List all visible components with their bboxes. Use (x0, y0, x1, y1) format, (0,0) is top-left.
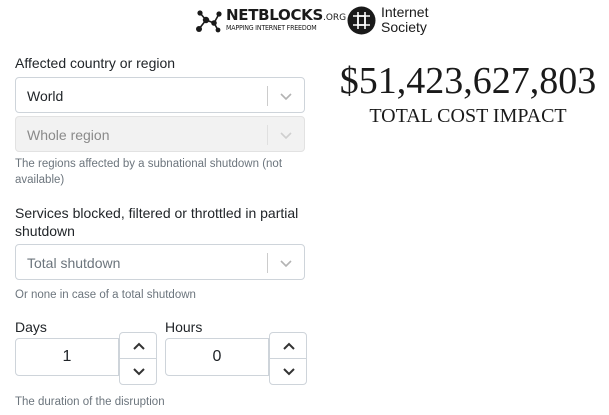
chevron-up-icon (283, 342, 295, 350)
select-separator (267, 86, 268, 106)
netblocks-title: NETBLOCKS.ORG (226, 6, 347, 24)
hours-stepper[interactable]: 0 (165, 332, 307, 385)
services-help-text: Or none in case of a total shutdown (15, 289, 196, 301)
chevron-down-icon (133, 368, 145, 376)
services-select-placeholder: Total shutdown (27, 255, 121, 271)
internet-society-globe-icon (347, 6, 376, 35)
chevron-up-icon (133, 342, 145, 350)
internet-society-line1: Internet (381, 4, 429, 20)
days-stepper[interactable]: 1 (15, 332, 157, 385)
days-input[interactable]: 1 (15, 338, 119, 376)
netblocks-logo[interactable]: NETBLOCKS.ORG MAPPING INTERNET FREEDOM (194, 6, 346, 36)
chevron-down-icon (283, 368, 295, 376)
chevron-down-icon[interactable] (277, 88, 295, 104)
netblocks-tld: .ORG (322, 13, 347, 23)
chevron-down-icon (280, 132, 292, 140)
hours-input[interactable]: 0 (165, 338, 269, 376)
chevron-down-icon[interactable] (277, 255, 295, 271)
region-help-text: The regions affected by a subnational sh… (15, 158, 283, 186)
internet-society-wordmark: Internet Society (381, 5, 428, 35)
total-cost-amount: $51,423,627,803 (339, 60, 597, 102)
duration-help-text: The duration of the disruption (15, 396, 165, 408)
services-select[interactable]: Total shutdown (15, 244, 305, 280)
services-label: Services blocked, filtered or throttled … (15, 204, 315, 240)
total-cost-caption: TOTAL COST IMPACT (369, 105, 567, 127)
region-select-placeholder: Whole region (27, 127, 110, 143)
days-increment-button[interactable] (119, 332, 157, 359)
region-select: Whole region (15, 116, 305, 152)
page: NETBLOCKS.ORG MAPPING INTERNET FREEDOM I… (0, 0, 609, 415)
internet-society-line2: Society (381, 19, 427, 35)
hours-increment-button[interactable] (269, 332, 307, 359)
country-select-value: World (27, 88, 64, 104)
internet-society-logo[interactable]: Internet Society (347, 5, 447, 37)
hours-decrement-button[interactable] (269, 358, 307, 385)
select-separator (267, 125, 268, 145)
select-separator (267, 253, 268, 273)
services-label-line1: Services blocked, filtered or throttled … (15, 205, 299, 221)
netblocks-tagline: MAPPING INTERNET FREEDOM (226, 24, 317, 32)
days-decrement-button[interactable] (119, 358, 157, 385)
country-select[interactable]: World (15, 77, 305, 113)
services-label-line2: shutdown (15, 223, 75, 239)
country-label: Affected country or region (15, 55, 176, 71)
netblocks-network-icon (196, 10, 222, 33)
